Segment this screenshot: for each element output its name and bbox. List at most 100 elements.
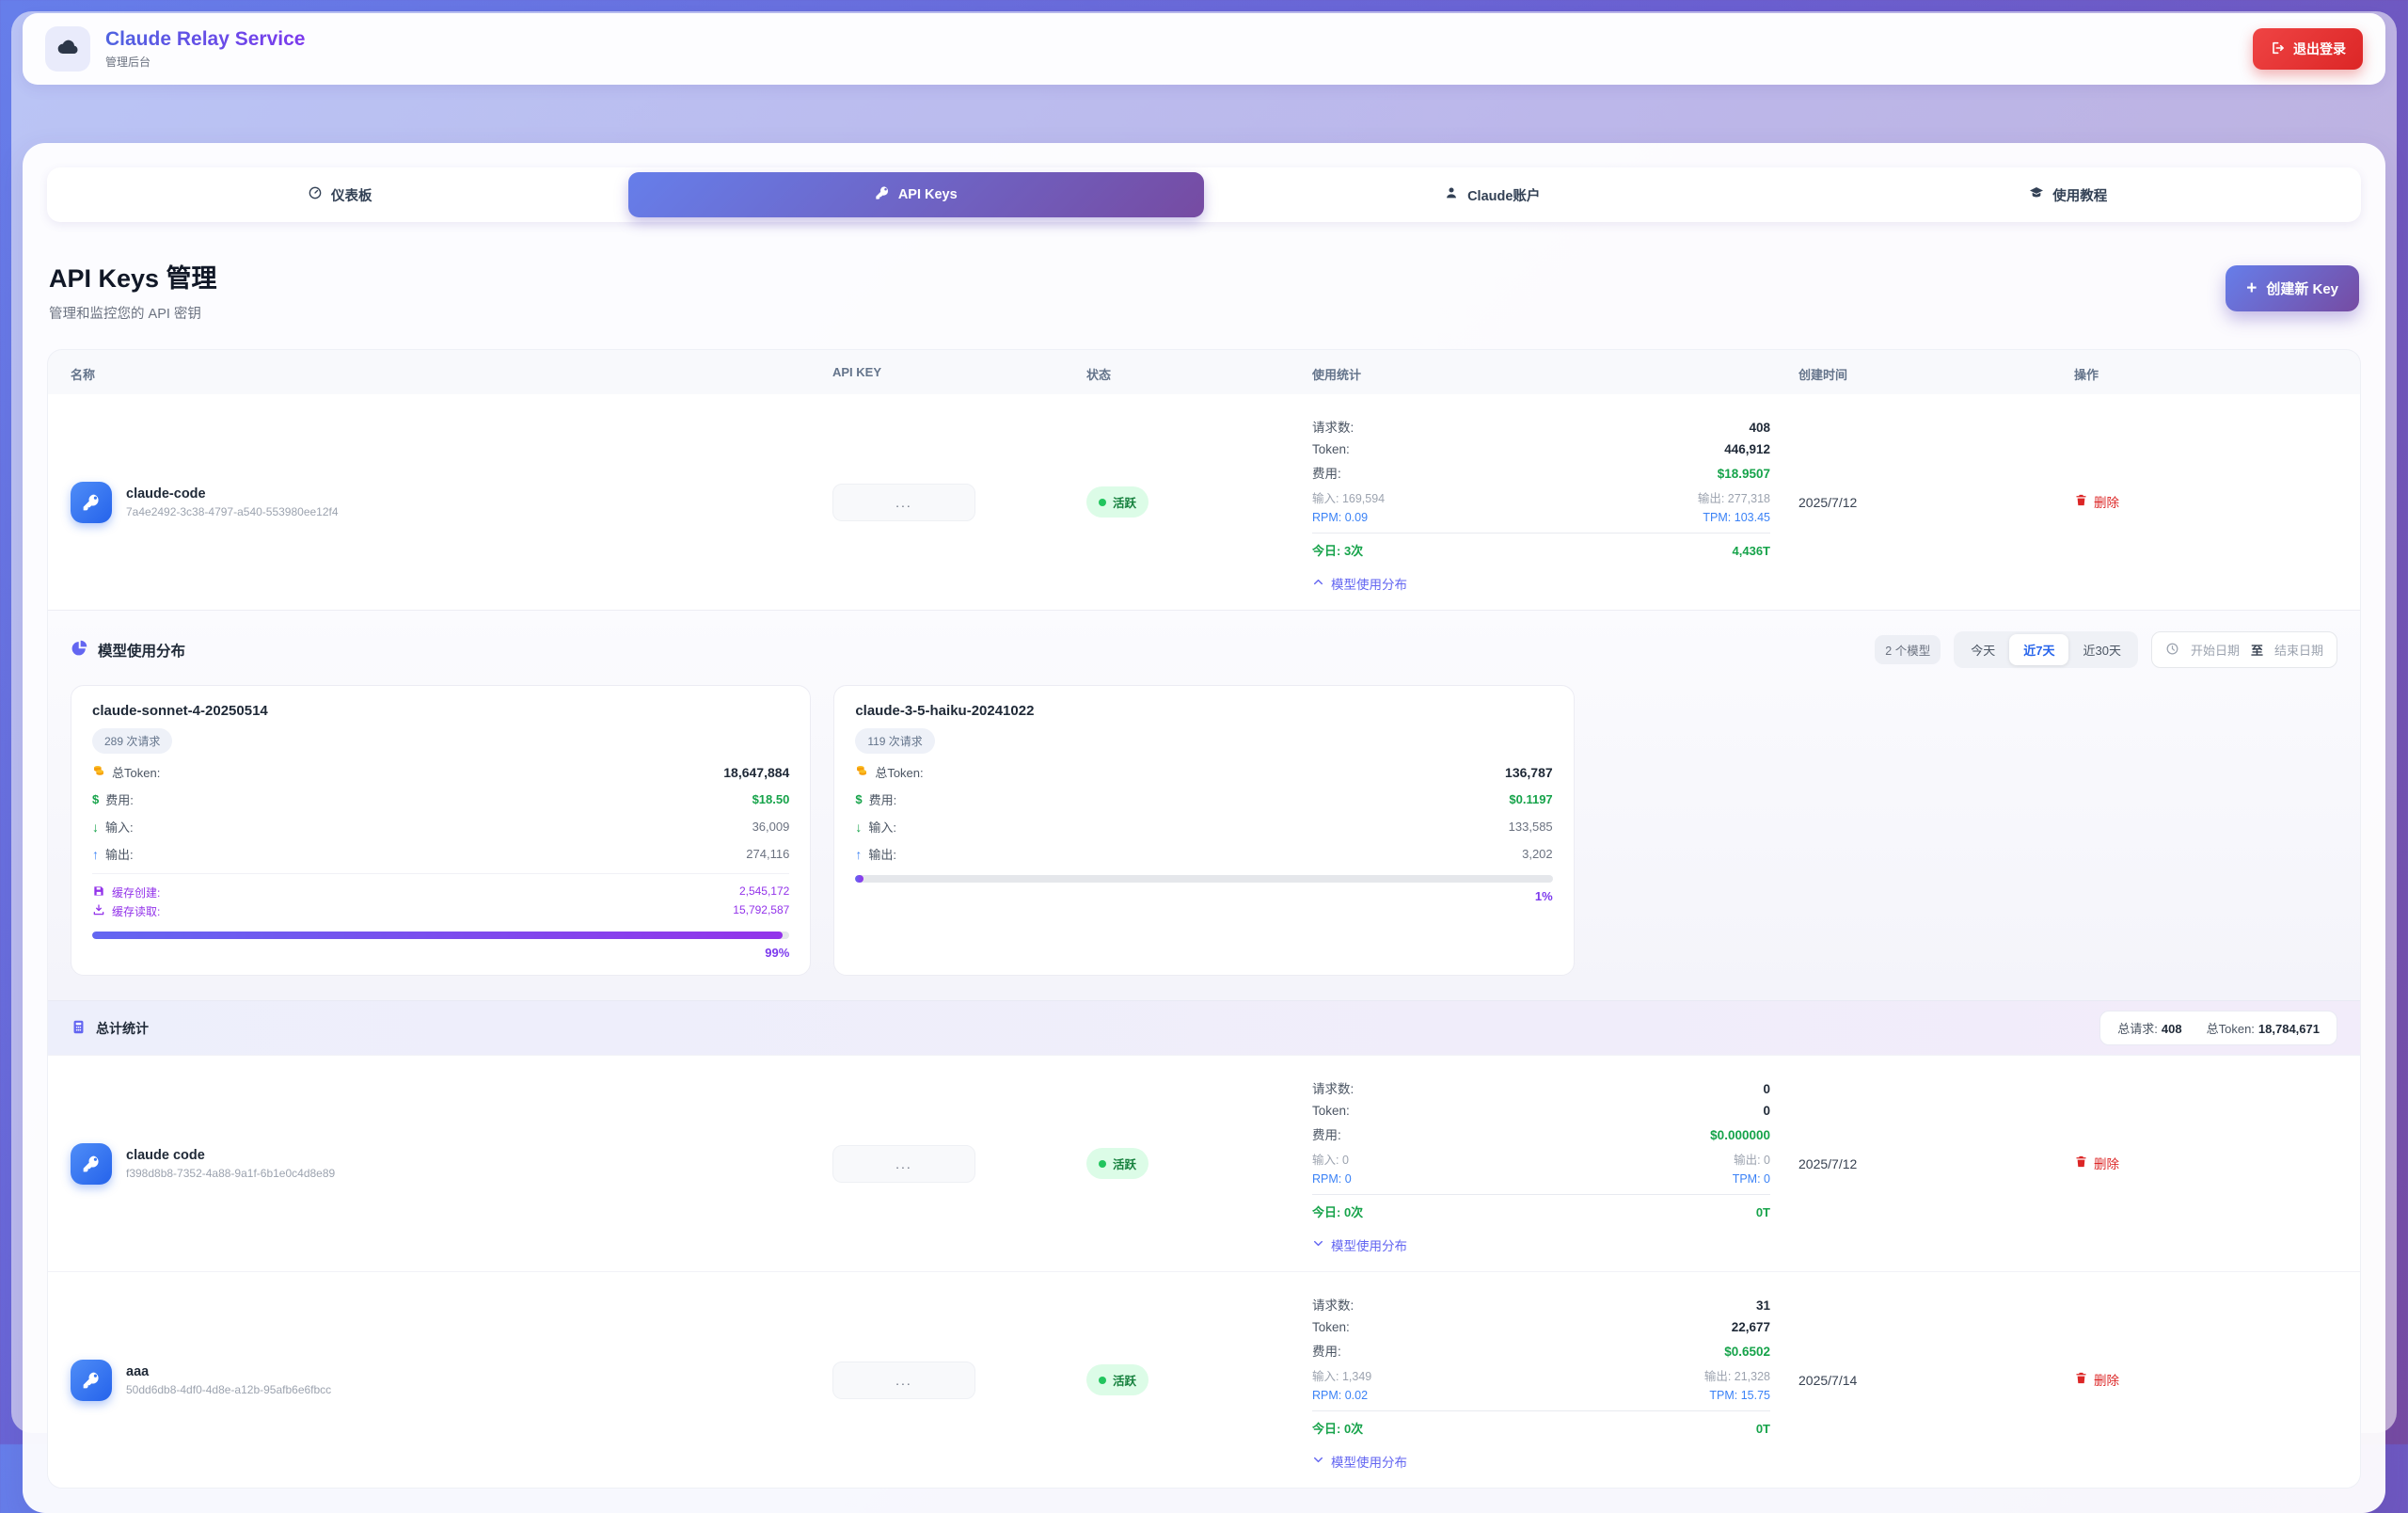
cloud-icon bbox=[55, 35, 80, 64]
request-count-badge: 289 次请求 bbox=[92, 728, 172, 754]
trash-icon bbox=[2074, 1371, 2088, 1388]
today-requests: 今日: 3次 bbox=[1312, 541, 1363, 559]
status-badge: 活跃 bbox=[1086, 486, 1149, 518]
requests-label: 请求数: bbox=[1312, 1078, 1354, 1097]
cache-read-value: 15,792,587 bbox=[733, 903, 789, 919]
today-requests: 今日: 0次 bbox=[1312, 1202, 1363, 1220]
tab-api-keys[interactable]: API Keys bbox=[628, 172, 1205, 217]
masked-api-key[interactable]: ... bbox=[832, 1362, 975, 1399]
table-row: claude code f398d8b8-7352-4a88-9a1f-6b1e… bbox=[48, 1055, 2360, 1271]
main-content: 仪表板 API Keys Claude账户 使用教程 bbox=[23, 143, 2385, 1513]
tab-label: Claude账户 bbox=[1467, 185, 1540, 205]
model-usage-toggle[interactable]: 模型使用分布 bbox=[1312, 1452, 1407, 1471]
delete-button[interactable]: 删除 bbox=[2074, 1370, 2119, 1389]
page-subtitle: 管理和监控您的 API 密钥 bbox=[49, 303, 217, 323]
api-key-id: 50dd6db8-4df0-4d8e-a12b-95afb6e6fbcc bbox=[126, 1383, 331, 1396]
delete-button[interactable]: 删除 bbox=[2074, 1154, 2119, 1172]
col-header-api-key: API KEY bbox=[832, 365, 1086, 383]
api-key-id: 7a4e2492-3c38-4797-a540-553980ee12f4 bbox=[126, 505, 339, 518]
usage-progress-bar bbox=[855, 875, 1552, 883]
rpm-value: RPM: 0 bbox=[1312, 1172, 1352, 1186]
end-date-input[interactable]: 结束日期 bbox=[2274, 641, 2323, 659]
down-arrow-icon: ↓ bbox=[855, 820, 862, 835]
requests-value: 408 bbox=[1749, 421, 1770, 435]
page-title: API Keys 管理 bbox=[49, 258, 217, 295]
api-keys-table: 名称 API KEY 状态 使用统计 创建时间 操作 claude-code 7… bbox=[47, 349, 2361, 1489]
model-usage-toggle[interactable]: 模型使用分布 bbox=[1312, 574, 1407, 593]
token-label: Token: bbox=[1312, 1320, 1350, 1334]
col-header-created: 创建时间 bbox=[1798, 365, 2074, 383]
tab-label: 仪表板 bbox=[331, 185, 372, 205]
total-token-value: 136,787 bbox=[1505, 765, 1553, 780]
table-header-row: 名称 API KEY 状态 使用统计 创建时间 操作 bbox=[48, 350, 2360, 394]
start-date-input[interactable]: 开始日期 bbox=[2191, 641, 2240, 659]
col-header-status: 状态 bbox=[1086, 365, 1312, 383]
model-cost-value: $0.1197 bbox=[1509, 792, 1552, 806]
create-key-label: 创建新 Key bbox=[2266, 279, 2338, 298]
model-cost-value: $18.50 bbox=[752, 792, 790, 806]
status-badge: 活跃 bbox=[1086, 1148, 1149, 1179]
status-dot-icon bbox=[1099, 1160, 1106, 1168]
model-usage-card: claude-sonnet-4-20250514 289 次请求 总Token:… bbox=[71, 685, 811, 976]
tab-claude-account[interactable]: Claude账户 bbox=[1204, 172, 1781, 217]
tab-label: API Keys bbox=[898, 187, 958, 202]
chevron-up-icon bbox=[1312, 576, 1324, 591]
panel-title: 模型使用分布 bbox=[98, 640, 185, 661]
chevron-down-icon bbox=[1312, 1237, 1324, 1252]
tab-tutorial[interactable]: 使用教程 bbox=[1781, 172, 2357, 217]
logout-icon bbox=[2270, 40, 2285, 58]
api-key-name: claude-code bbox=[126, 486, 339, 502]
delete-button[interactable]: 删除 bbox=[2074, 492, 2119, 511]
logout-button[interactable]: 退出登录 bbox=[2253, 28, 2363, 70]
trash-icon bbox=[2074, 493, 2088, 510]
token-value: 0 bbox=[1763, 1104, 1770, 1118]
created-date: 2025/7/12 bbox=[1798, 495, 2074, 510]
save-icon bbox=[92, 884, 105, 900]
status-dot-icon bbox=[1099, 499, 1106, 506]
model-usage-card: claude-3-5-haiku-20241022 119 次请求 总Token… bbox=[833, 685, 1574, 976]
masked-api-key[interactable]: ... bbox=[832, 484, 975, 521]
model-input-value: 133,585 bbox=[1509, 820, 1553, 834]
app-title: Claude Relay Service bbox=[105, 28, 305, 51]
token-value: 446,912 bbox=[1724, 442, 1770, 456]
model-input-value: 36,009 bbox=[752, 820, 790, 834]
range-30days[interactable]: 近30天 bbox=[2068, 634, 2134, 665]
app-shell: Claude Relay Service 管理后台 退出登录 仪表板 bbox=[11, 11, 2397, 1433]
date-range-picker[interactable]: 开始日期 至 结束日期 bbox=[2151, 631, 2337, 668]
output-tokens: 输出: 21,328 bbox=[1704, 1366, 1770, 1384]
model-name: claude-3-5-haiku-20241022 bbox=[855, 703, 1552, 719]
cache-create-value: 2,545,172 bbox=[739, 884, 789, 900]
cost-label: 费用: bbox=[1312, 1124, 1341, 1143]
usage-progress-bar bbox=[92, 932, 789, 939]
create-key-button[interactable]: + 创建新 Key bbox=[2226, 265, 2359, 311]
tab-dashboard[interactable]: 仪表板 bbox=[52, 172, 628, 217]
api-key-name: claude code bbox=[126, 1148, 335, 1163]
gauge-icon bbox=[308, 185, 323, 204]
model-usage-toggle[interactable]: 模型使用分布 bbox=[1312, 1235, 1407, 1254]
range-7days[interactable]: 近7天 bbox=[2009, 634, 2068, 665]
tpm-value: TPM: 15.75 bbox=[1709, 1389, 1770, 1402]
input-tokens: 输入: 169,594 bbox=[1312, 488, 1385, 506]
requests-label: 请求数: bbox=[1312, 1295, 1354, 1314]
totals-bar: 总计统计 总请求:408 总Token:18,784,671 bbox=[48, 1000, 2360, 1055]
cost-value: $18.9507 bbox=[1718, 467, 1770, 481]
col-header-actions: 操作 bbox=[2074, 365, 2337, 383]
today-tokens: 4,436T bbox=[1733, 544, 1770, 558]
table-row: aaa 50dd6db8-4df0-4d8e-a12b-95afb6e6fbcc… bbox=[48, 1271, 2360, 1488]
app-subtitle: 管理后台 bbox=[105, 54, 305, 70]
col-header-name: 名称 bbox=[71, 365, 832, 383]
table-row: claude-code 7a4e2492-3c38-4797-a540-5539… bbox=[48, 394, 2360, 610]
status-dot-icon bbox=[1099, 1377, 1106, 1384]
date-to-label: 至 bbox=[2251, 641, 2263, 659]
input-tokens: 输入: 1,349 bbox=[1312, 1366, 1371, 1384]
range-today[interactable]: 今天 bbox=[1956, 634, 2009, 665]
token-label: Token: bbox=[1312, 1104, 1350, 1118]
tab-label: 使用教程 bbox=[2052, 185, 2107, 205]
api-key-id: f398d8b8-7352-4a88-9a1f-6b1e0c4d8e89 bbox=[126, 1167, 335, 1180]
status-badge: 活跃 bbox=[1086, 1364, 1149, 1395]
plus-icon: + bbox=[2246, 279, 2257, 297]
masked-api-key[interactable]: ... bbox=[832, 1145, 975, 1183]
nav-tabs: 仪表板 API Keys Claude账户 使用教程 bbox=[47, 167, 2361, 222]
clock-icon bbox=[2165, 642, 2179, 659]
coins-icon bbox=[92, 764, 105, 780]
